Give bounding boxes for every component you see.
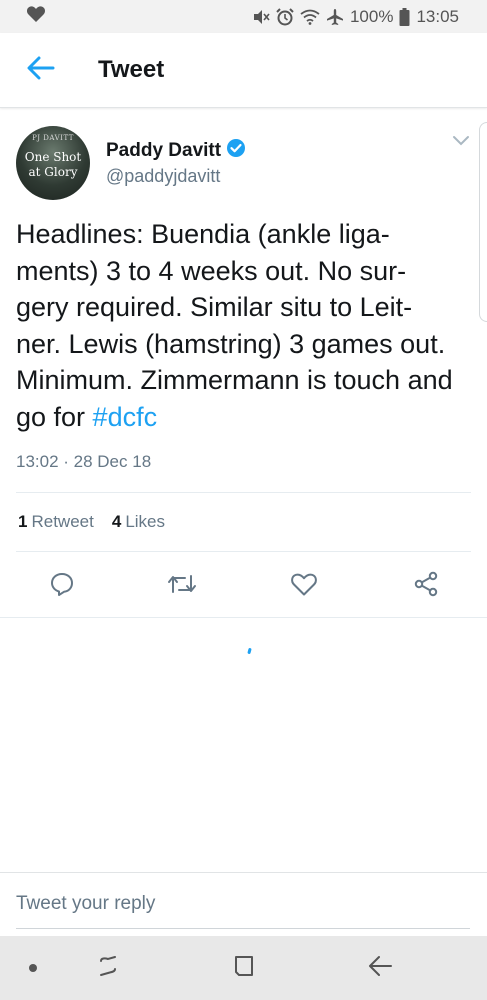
dot-icon[interactable]	[29, 964, 37, 972]
like-button[interactable]	[282, 564, 326, 608]
user-handle[interactable]: @paddyjdavitt	[106, 166, 220, 187]
user-name[interactable]: Paddy Davitt	[106, 140, 221, 162]
home-icon	[232, 954, 256, 983]
page-title: Tweet	[98, 56, 165, 83]
battery-icon	[399, 7, 410, 26]
hashtag-link[interactable]: #dcfc	[93, 402, 158, 432]
avatar[interactable]: PJ DAVITT One Shot at Glory	[16, 126, 90, 200]
wifi-icon	[300, 9, 320, 25]
back-icon	[367, 955, 393, 982]
nav-back-button[interactable]	[364, 952, 396, 984]
home-button[interactable]	[228, 952, 260, 984]
avatar-top-text: PJ DAVITT	[32, 134, 74, 142]
reply-icon	[49, 571, 75, 602]
divider	[0, 617, 487, 618]
mute-icon	[252, 9, 270, 25]
reply-input[interactable]: Tweet your reply	[16, 893, 470, 929]
arrow-left-icon	[27, 56, 55, 85]
tweet-actions	[0, 564, 487, 608]
status-bar: 100% 13:05	[0, 0, 487, 33]
back-button[interactable]	[0, 33, 80, 108]
edge-panel-handle[interactable]	[479, 122, 487, 322]
avatar-line2: at Glory	[28, 165, 78, 179]
like-label: Likes	[125, 512, 165, 531]
app-bar: Tweet	[0, 33, 487, 108]
verified-badge-icon	[226, 138, 246, 163]
retweets-stat[interactable]: 1 Retweet	[18, 512, 94, 532]
tweet-header: PJ DAVITT One Shot at Glory Paddy Davitt…	[0, 108, 487, 200]
share-button[interactable]	[404, 564, 448, 608]
retweet-count: 1	[18, 512, 28, 531]
clock: 13:05	[416, 6, 459, 26]
battery-percent: 100%	[349, 6, 394, 26]
retweet-icon	[167, 572, 197, 601]
tweet-text: Headlines: Buendia (ankle liga- ments) 3…	[16, 216, 456, 435]
alarm-icon	[276, 7, 294, 26]
reply-button[interactable]	[40, 564, 84, 608]
retweet-button[interactable]	[160, 564, 204, 608]
tweet-body: Headlines: Buendia (ankle liga- ments) 3…	[16, 219, 453, 432]
tweet-stats: 1 Retweet 4 Likes	[18, 512, 165, 532]
retweet-label: Retweet	[31, 512, 94, 531]
likes-stat[interactable]: 4 Likes	[112, 512, 165, 532]
navigation-bar	[0, 936, 487, 1000]
airplane-icon	[326, 8, 344, 26]
divider	[16, 492, 471, 493]
tweet-timestamp: 13:02 · 28 Dec 18	[16, 452, 152, 471]
like-count: 4	[111, 512, 122, 531]
recents-icon	[96, 955, 120, 982]
chevron-down-icon[interactable]	[452, 134, 470, 152]
divider	[16, 551, 471, 552]
reply-bar: Tweet your reply	[0, 872, 487, 936]
loading-spinner	[247, 647, 252, 655]
recents-button[interactable]	[92, 952, 124, 984]
share-icon	[413, 571, 439, 602]
like-icon	[290, 571, 318, 602]
avatar-line1: One Shot	[24, 150, 82, 164]
user-name-row[interactable]: Paddy Davitt	[106, 138, 246, 163]
heart-icon	[26, 5, 46, 28]
